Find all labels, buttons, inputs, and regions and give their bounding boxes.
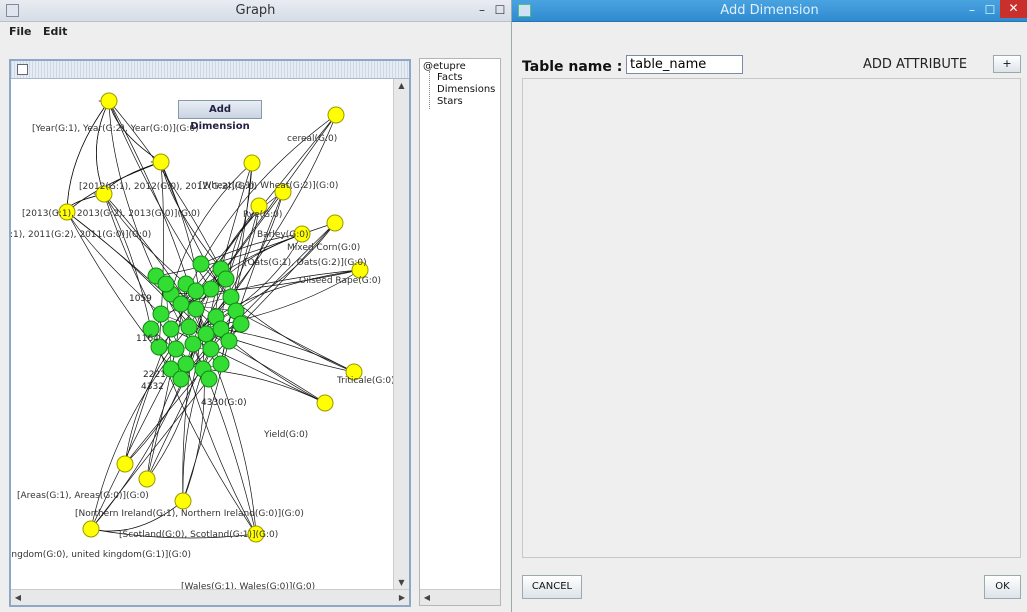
graph-horizontal-scrollbar[interactable]: ◀ ▶ (11, 589, 409, 605)
node-label: [Wheat(G:1), Wheat(G:2)](G:0) (199, 181, 338, 191)
graph-nodes (58, 92, 369, 543)
fact-node[interactable] (184, 335, 202, 353)
graph-window: Graph – ☐ File Edit [Year(G:1), Year(G:2… (0, 0, 512, 612)
cancel-button[interactable]: CANCEL (522, 575, 582, 599)
fact-node[interactable] (192, 255, 210, 273)
add-dimension-popup-menu-item[interactable]: Add Dimension (178, 100, 262, 132)
graph-edge (96, 100, 110, 195)
node-label: 4330(G:0) (201, 398, 247, 408)
node-label: Mixed Corn(G:0) (287, 243, 360, 253)
fact-node[interactable] (232, 315, 250, 333)
dimension-node[interactable] (326, 214, 344, 232)
fact-node[interactable] (220, 332, 238, 350)
fact-node[interactable] (172, 370, 190, 388)
graph-canvas[interactable]: [Year(G:1), Year(G:2), Year(G:0)](G:0) ce… (11, 79, 394, 591)
add-dimension-titlebar: Add Dimension – ☐ ✕ (512, 0, 1027, 22)
node-label: [Scotland(G:0), Scotland(G:1)](G:0) (119, 530, 278, 540)
table-name-input[interactable] (626, 55, 743, 74)
fact-node[interactable] (167, 340, 185, 358)
scroll-up-arrow-icon[interactable]: ▲ (394, 79, 409, 93)
node-label: 4332 (141, 382, 164, 392)
fact-node[interactable] (217, 270, 235, 288)
tree-connector (429, 71, 436, 109)
add-dimension-title: Add Dimension (720, 3, 819, 18)
dimension-node[interactable] (138, 470, 156, 488)
node-label: Triticale(G:0) (336, 376, 394, 386)
graph-edge (90, 368, 172, 530)
node-label: Rye(G:0) (243, 210, 282, 220)
node-label: [Northern Ireland(G:1), Northern Ireland… (75, 509, 304, 519)
node-label: 1164 (136, 334, 159, 344)
fact-node[interactable] (172, 295, 190, 313)
menu-file[interactable]: File (9, 23, 32, 41)
menu-edit[interactable]: Edit (43, 23, 67, 41)
dimension-node[interactable] (316, 394, 334, 412)
add-dimension-window: Add Dimension – ☐ ✕ Table name : ADD ATT… (512, 0, 1027, 612)
graph-edge (96, 100, 110, 195)
fact-node[interactable] (212, 355, 230, 373)
node-label: [2013(G:1), 2013(G:2), 2013(G:0)](G:0) (22, 209, 200, 219)
fact-node[interactable] (162, 320, 180, 338)
fact-node[interactable] (177, 355, 195, 373)
scroll-right-arrow-icon[interactable]: ▶ (395, 590, 409, 605)
tree-item-dimensions[interactable]: Dimensions (437, 84, 495, 95)
fact-node[interactable] (180, 318, 198, 336)
tree-item-facts[interactable]: Facts (437, 72, 463, 83)
graph-edge (200, 114, 337, 330)
scroll-left-arrow-icon[interactable]: ◀ (420, 590, 434, 605)
maximize-button[interactable]: ☐ (492, 2, 508, 18)
node-label: 1059 (129, 294, 152, 304)
fact-node[interactable] (202, 280, 220, 298)
internal-frame-titlebar[interactable] (11, 61, 409, 79)
node-label: G:1), 2011(G:2), 2011(G:0)](G:0) (11, 230, 151, 240)
close-button[interactable]: ✕ (1000, 0, 1027, 18)
dimension-node[interactable] (243, 154, 261, 172)
node-label: [Year(G:1), Year(G:2), Year(G:0)](G:0) (32, 124, 199, 134)
close-icon: ✕ (1008, 1, 1019, 15)
frame-icon (17, 64, 28, 75)
dimension-node[interactable] (82, 520, 100, 538)
node-label: Yield(G:0) (263, 430, 308, 440)
node-label: Kingdom(G:0), united kingdom(G:1)](G:0) (11, 550, 191, 560)
graph-window-title: Graph (235, 3, 276, 18)
add-attribute-button[interactable]: + (993, 55, 1021, 73)
dimension-node[interactable] (152, 153, 170, 171)
add-attribute-label: ADD ATTRIBUTE (863, 57, 968, 72)
minimize-button[interactable]: – (474, 2, 490, 18)
table-name-label: Table name : (522, 59, 623, 75)
graph-edge (200, 328, 257, 535)
fact-node[interactable] (152, 305, 170, 323)
schema-tree: @etupre Facts Dimensions Stars ◀ (419, 58, 501, 606)
node-label: [Areas(G:1), Areas(G:0)](G:0) (17, 491, 149, 501)
scroll-left-arrow-icon[interactable]: ◀ (11, 590, 25, 605)
fact-node[interactable] (197, 325, 215, 343)
graph-vertical-scrollbar[interactable]: ▲ ▼ (393, 79, 409, 590)
node-label: Oilseed Rape(G:0) (299, 276, 381, 286)
fact-node[interactable] (187, 300, 205, 318)
fact-node[interactable] (157, 275, 175, 293)
minimize-button[interactable]: – (964, 2, 980, 18)
node-label: Barley(G:0) (257, 230, 309, 240)
dimension-node[interactable] (116, 455, 134, 473)
dimension-node[interactable] (100, 92, 118, 110)
fact-node[interactable] (187, 282, 205, 300)
scroll-down-arrow-icon[interactable]: ▼ (394, 576, 409, 590)
dimension-node[interactable] (174, 492, 192, 510)
graph-internal-frame: [Year(G:1), Year(G:2), Year(G:0)](G:0) ce… (9, 59, 411, 607)
graph-edge (220, 328, 355, 373)
attributes-panel (522, 78, 1021, 558)
menubar: File Edit (0, 23, 511, 41)
ok-button[interactable]: OK (984, 575, 1021, 599)
graph-titlebar: Graph – ☐ (0, 0, 511, 22)
maximize-button[interactable]: ☐ (982, 2, 998, 18)
tree-item-stars[interactable]: Stars (437, 96, 463, 107)
fact-node[interactable] (202, 340, 220, 358)
dimension-node[interactable] (327, 106, 345, 124)
fact-node[interactable] (200, 370, 218, 388)
node-label: 2221 (143, 370, 166, 380)
node-label: cereal(G:0) (287, 134, 337, 144)
node-label: [Oats(G:1), Oats(G:2)](G:0) (244, 258, 367, 268)
tree-horizontal-scrollbar[interactable]: ◀ (420, 589, 500, 605)
